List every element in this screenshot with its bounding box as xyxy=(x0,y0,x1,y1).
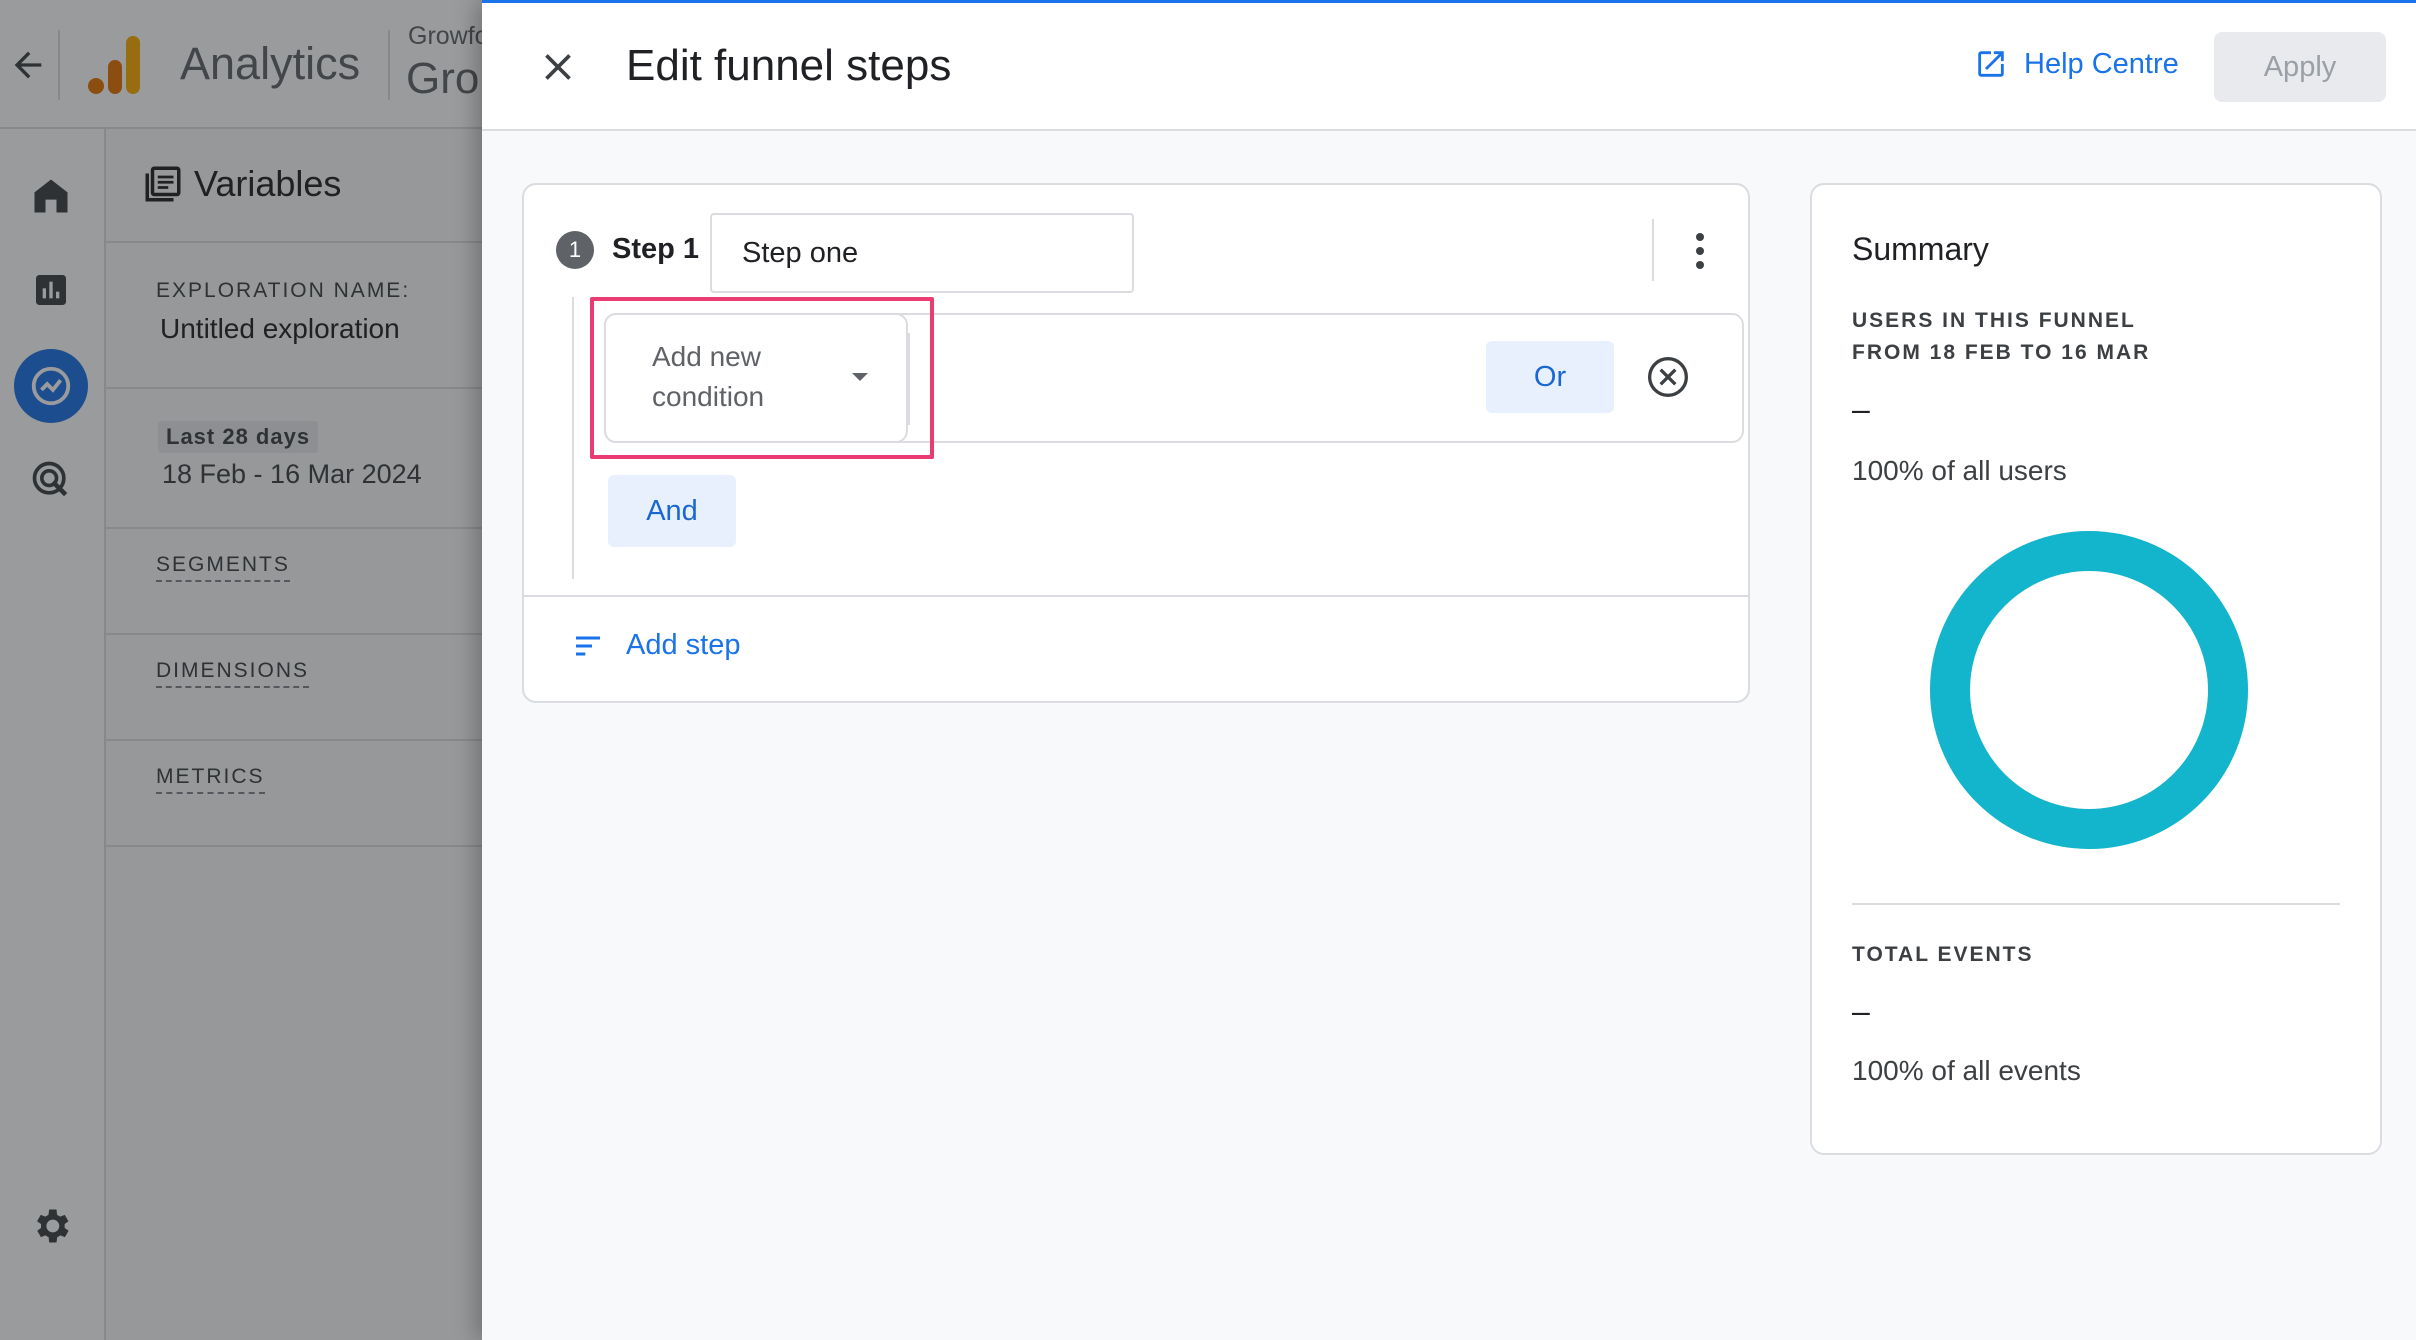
users-date-range-label: FROM 18 FEB TO 16 MAR xyxy=(1852,341,2151,364)
funnel-donut-chart xyxy=(1930,531,2248,849)
close-icon[interactable] xyxy=(536,45,580,89)
and-button[interactable]: And xyxy=(608,475,736,547)
drawer-header: Edit funnel steps Help Centre Apply xyxy=(482,3,2416,131)
remove-condition-icon[interactable] xyxy=(1646,355,1690,399)
help-centre-link[interactable]: Help Centre xyxy=(1974,47,2179,81)
step-label: Step 1 xyxy=(612,233,700,265)
edit-funnel-drawer: Edit funnel steps Help Centre Apply 1 St… xyxy=(482,0,2416,1340)
open-in-new-icon xyxy=(1978,51,2004,77)
add-condition-dropdown[interactable]: Add new condition xyxy=(604,313,910,443)
add-step-label: Add step xyxy=(626,629,741,661)
dropdown-divider xyxy=(908,333,910,425)
donut-arc xyxy=(1930,531,2248,849)
funnel-lines-icon xyxy=(576,636,600,655)
apply-button[interactable]: Apply xyxy=(2214,32,2386,102)
drawer-title: Edit funnel steps xyxy=(626,41,952,90)
condition-row: Add new condition Or xyxy=(604,313,1744,443)
step-card-divider xyxy=(524,595,1748,597)
help-centre-label: Help Centre xyxy=(2024,47,2179,80)
or-button[interactable]: Or xyxy=(1486,341,1614,413)
summary-card: Summary USERS IN THIS FUNNEL FROM 18 FEB… xyxy=(1810,183,2382,1155)
modal-scrim[interactable] xyxy=(0,0,482,1340)
total-events-label: TOTAL EVENTS xyxy=(1852,943,2034,966)
funnel-step-card: 1 Step 1 Add new condition Or And xyxy=(522,183,1750,703)
step-connector-line xyxy=(572,297,574,579)
events-percent: 100% of all events xyxy=(1852,1055,2081,1086)
summary-divider xyxy=(1852,903,2340,905)
users-value: – xyxy=(1852,391,1870,427)
users-in-funnel-label: USERS IN THIS FUNNEL xyxy=(1852,309,2136,332)
step-number-badge: 1 xyxy=(556,231,594,269)
dropdown-caret-icon xyxy=(852,373,868,381)
users-percent: 100% of all users xyxy=(1852,455,2067,486)
events-value: – xyxy=(1852,993,1870,1029)
add-step-button[interactable]: Add step xyxy=(572,629,740,662)
add-condition-placeholder: Add new condition xyxy=(652,341,765,412)
step-header-divider xyxy=(1652,219,1654,281)
step-name-input[interactable] xyxy=(710,213,1134,293)
more-vert-icon[interactable] xyxy=(1680,225,1720,277)
summary-title: Summary xyxy=(1852,231,1989,267)
